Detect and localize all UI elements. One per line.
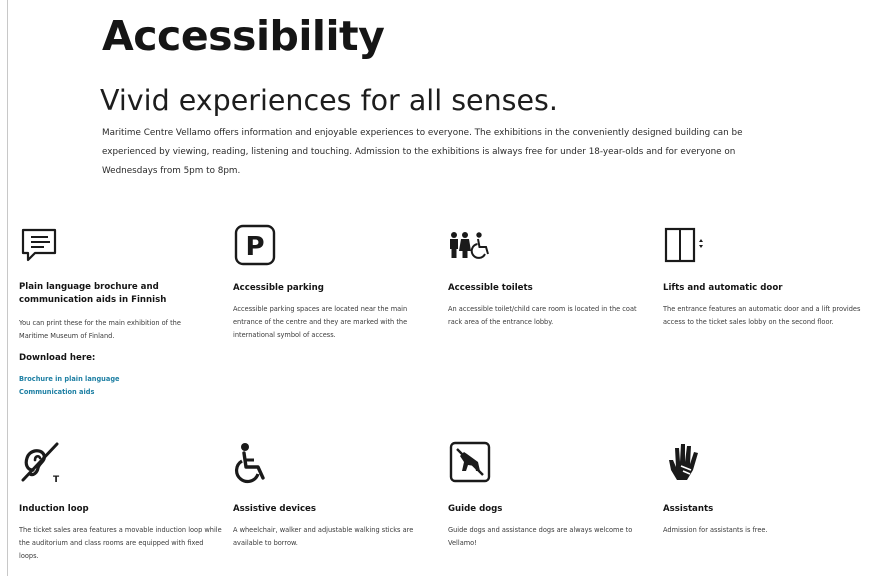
feature-text: The entrance features an automatic door … [663,305,861,326]
page-title: Accessibility [102,12,385,60]
feature-text: The ticket sales area features a movable… [19,526,222,560]
feature-lifts-door: Lifts and automatic door The entrance fe… [663,225,863,355]
feature-text: A wheelchair, walker and adjustable walk… [233,526,414,547]
feature-title: Plain language brochure and communicatio… [19,282,167,305]
feature-text: You can print these for the main exhibit… [19,319,181,340]
feature-title: Induction loop [19,504,89,514]
communication-aids-link[interactable]: Communication aids [19,388,94,396]
toilets-icon [448,225,498,269]
feature-text: Admission for assistants is free. [663,526,768,534]
feature-title: Assistants [663,504,714,514]
feature-induction-loop: T Induction loop The ticket sales area f… [19,440,222,570]
page-left-border [7,0,8,576]
sign-language-hand-icon [663,440,707,484]
induction-loop-icon: T [19,440,63,484]
brochure-link[interactable]: Brochure in plain language [19,375,120,383]
feature-title: Lifts and automatic door [663,283,783,293]
feature-accessible-toilets: Accessible toilets An accessible toilet/… [448,225,648,355]
tagline: Vivid experiences for all senses. [100,84,558,117]
speech-bubble-icon [19,225,63,269]
svg-text:T: T [53,475,60,484]
download-heading: Download here: [19,353,96,363]
feature-plain-language: Plain language brochure and communicatio… [19,225,219,405]
feature-assistants: Assistants Admission for assistants is f… [663,440,863,570]
wheelchair-icon [233,440,277,484]
feature-text: An accessible toilet/child care room is … [448,305,637,326]
intro-paragraph: Maritime Centre Vellamo offers informati… [102,128,743,176]
guide-dog-icon [448,440,492,484]
feature-title: Accessible parking [233,283,324,293]
lift-icon [663,225,707,269]
feature-text: Accessible parking spaces are located ne… [233,305,408,339]
feature-assistive-devices: Assistive devices A wheelchair, walker a… [233,440,433,570]
feature-text: Guide dogs and assistance dogs are alway… [448,526,633,547]
feature-title: Guide dogs [448,504,503,514]
feature-guide-dogs: Guide dogs Guide dogs and assistance dog… [448,440,648,570]
svg-text:P: P [245,232,264,262]
feature-accessible-parking: P Accessible parking Accessible parking … [233,223,433,355]
feature-title: Accessible toilets [448,283,533,293]
feature-title: Assistive devices [233,504,316,514]
parking-icon: P [233,223,277,267]
